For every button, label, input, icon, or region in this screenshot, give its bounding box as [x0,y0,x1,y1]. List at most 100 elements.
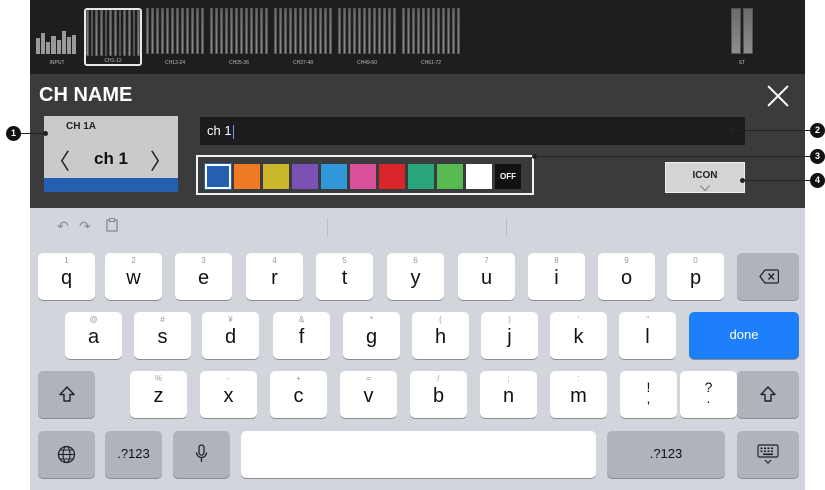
color-swatch-white[interactable] [466,164,492,189]
meter-group-ch49-60[interactable]: CH49-60 [338,8,396,66]
space-bar[interactable] [241,431,596,478]
key-g[interactable]: * g [343,312,400,359]
globe-key[interactable] [38,431,95,478]
key-subscript: 6 [413,256,418,265]
key-subscript: % [154,374,163,383]
meter-group-label: CH25-36 [228,60,249,66]
key-x[interactable]: -x [200,371,257,418]
key-b[interactable]: / b [410,371,467,418]
key-d[interactable]: ¥ d [202,312,259,359]
color-swatch-orange[interactable] [234,164,260,189]
color-swatch-sky[interactable] [321,164,347,189]
color-swatch-purple[interactable] [292,164,318,189]
color-swatch-green[interactable] [437,164,463,189]
shift-key-left[interactable] [38,371,95,418]
key-j[interactable]: ) j [481,312,538,359]
color-swatch-yellow[interactable] [263,164,289,189]
key-letter: c [293,385,304,407]
key-o[interactable]: 9o [598,253,655,300]
color-swatch-pink[interactable] [350,164,376,189]
callout-line-4 [742,180,810,181]
key-z[interactable]: % z [130,371,187,418]
meter-group-st[interactable]: ST [731,8,753,66]
key-letter: i [554,267,559,289]
key-w[interactable]: 2w [105,253,162,300]
key-t[interactable]: 5t [316,253,373,300]
key-u[interactable]: 7u [458,253,515,300]
hide-keyboard-icon [757,444,779,464]
key-r[interactable]: 4r [246,253,303,300]
color-swatch-off[interactable]: OFF [495,164,521,189]
meter-group-ch37-48[interactable]: CH37-48 [274,8,332,66]
key-subscript: ' [577,315,580,324]
key-v[interactable]: = v [340,371,397,418]
key-letter: d [224,326,237,348]
done-button-label: done [729,327,759,342]
meter-group-label: ST [738,60,746,66]
next-channel-button[interactable]: 〉 [150,144,172,176]
key-letter: b [432,385,445,407]
hide-keyboard-key[interactable] [737,431,799,478]
key-l[interactable]: " l [619,312,676,359]
key-s[interactable]: # s [134,312,191,359]
backspace-key[interactable] [737,253,799,300]
key-n[interactable]: ; n [480,371,537,418]
key-question-period[interactable]: ? . [680,371,737,418]
key-subscript: * [369,315,374,324]
key-i[interactable]: 8i [528,253,585,300]
paste-icon[interactable] [106,217,118,235]
key-e[interactable]: 3e [175,253,232,300]
channel-name-input[interactable]: ch 1 [200,117,745,145]
key-subscript: " [646,315,649,324]
undo-icon[interactable]: ↶ [57,218,69,235]
color-swatch-red[interactable] [379,164,405,189]
channel-label: CH 1A [66,121,97,132]
key-symbol: ! , [646,379,651,406]
key-a[interactable]: @ a [65,312,122,359]
numbers-key-label: .?123 [117,446,150,461]
callout-line-1 [21,133,45,134]
key-y[interactable]: 6y [387,253,444,300]
key-m[interactable]: :m [550,371,607,418]
key-c[interactable]: + c [270,371,327,418]
shift-key-right[interactable] [737,371,799,418]
callout-dot-4 [740,178,745,183]
callout-badge-4: 4 [810,173,825,188]
key-letter: p [689,267,702,289]
key-subscript: # [160,315,165,324]
callout-badge-2: 2 [810,123,825,138]
key-p[interactable]: 0p [667,253,724,300]
key-letter: q [60,267,73,289]
meter-group-label: CH1-12 [104,58,122,64]
key-letter: y [410,267,421,289]
callout-dot-1 [43,131,48,136]
key-f[interactable]: & f [273,312,330,359]
meter-group-label: INPUT [49,60,65,66]
redo-icon[interactable]: ↷ [79,218,91,235]
close-icon[interactable] [766,84,790,108]
key-q[interactable]: 1q [38,253,95,300]
callout-line-3 [534,156,810,157]
icon-button[interactable]: ICON [665,162,745,193]
color-swatch-blue[interactable] [204,163,232,190]
key-k[interactable]: ' k [550,312,607,359]
numbers-key-right[interactable]: .?123 [607,431,725,478]
key-letter: o [620,267,633,289]
color-swatch-teal[interactable] [408,164,434,189]
key-symbol: ? . [704,379,713,406]
meter-group-ch61-72[interactable]: CH61-72 [402,8,460,66]
callout-line-2 [732,130,810,131]
globe-icon [57,445,76,464]
key-subscript: : [577,374,580,383]
meter-group-input[interactable]: INPUT [32,8,82,66]
numbers-key-left[interactable]: .?123 [105,431,162,478]
meter-group-ch25-36[interactable]: CH25-36 [210,8,268,66]
key-letter: z [153,385,164,407]
done-button[interactable]: done [689,312,799,359]
meter-group-ch13-24[interactable]: CH13-24 [146,8,204,66]
key-h[interactable]: (h [412,312,469,359]
key-subscript: 1 [64,256,69,265]
dictation-key[interactable] [173,431,230,478]
meter-group-ch1-12[interactable]: CH1-12 [84,8,142,66]
key-exclaim-comma[interactable]: ! , [620,371,677,418]
